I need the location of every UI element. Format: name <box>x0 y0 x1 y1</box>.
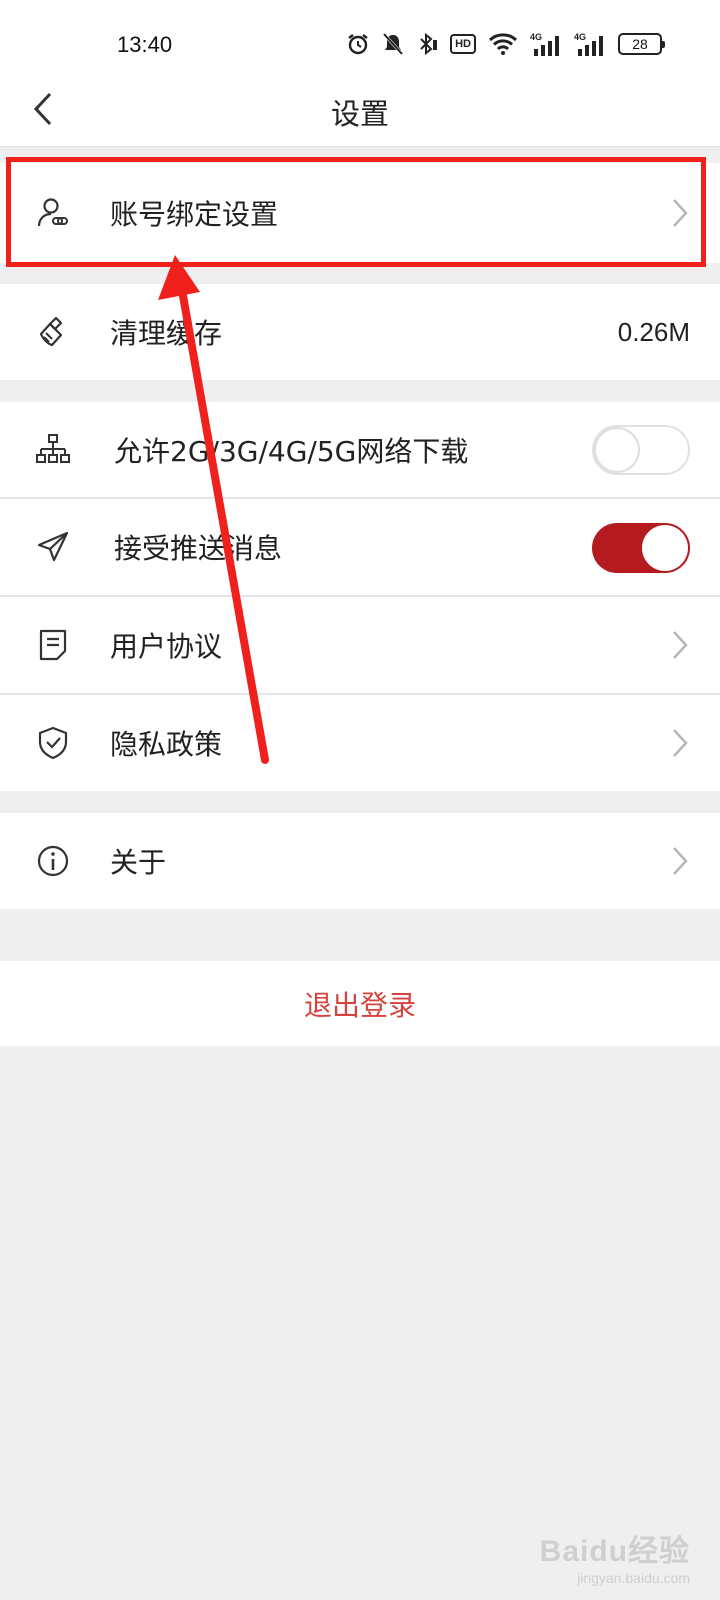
settings-item-label: 关于 <box>110 846 167 879</box>
watermark-sub: jingyan.baidu.com <box>577 1570 690 1586</box>
settings-item-label: 接受推送消息 <box>114 532 283 565</box>
mobile-download-toggle[interactable] <box>592 425 690 475</box>
chevron-right-icon <box>673 729 688 757</box>
settings-item-label: 清理缓存 <box>110 317 223 350</box>
wifi-icon <box>488 33 518 55</box>
settings-item-account-binding[interactable]: 账号绑定设置 <box>0 163 720 263</box>
watermark: Baidu经验 jingyan.baidu.com <box>540 1526 690 1586</box>
logout-button[interactable]: 退出登录 <box>0 961 720 1046</box>
status-time: 13:40 <box>117 32 173 57</box>
hd-voice-icon: HD <box>450 34 476 54</box>
user-link-icon <box>37 198 68 227</box>
status-icons: HD 4G 4G 28 <box>346 30 665 58</box>
signal-4g-icon: 4G <box>530 32 559 56</box>
settings-item-about[interactable]: 关于 <box>0 813 720 909</box>
info-icon <box>37 845 69 877</box>
chevron-right-icon <box>673 199 688 227</box>
alarm-icon <box>348 34 368 55</box>
battery-indicator: 28 <box>618 33 665 55</box>
shield-check-icon <box>38 726 68 760</box>
toggle-knob <box>642 525 688 571</box>
chevron-right-icon <box>673 847 688 875</box>
brush-icon <box>39 316 63 347</box>
logout-label: 退出登录 <box>303 988 416 1022</box>
svg-text:4G: 4G <box>574 32 586 42</box>
settings-item-label: 隐私政策 <box>110 728 223 761</box>
page-title: 设置 <box>330 97 389 131</box>
push-messages-toggle[interactable] <box>592 523 690 573</box>
document-icon <box>39 629 67 661</box>
settings-item-label: 允许2G/3G/4G/5G网络下载 <box>114 434 469 468</box>
settings-item-label: 账号绑定设置 <box>110 198 279 231</box>
settings-item-label: 用户协议 <box>110 630 223 663</box>
settings-item-privacy-policy[interactable]: 隐私政策 <box>0 695 720 791</box>
status-bar: 13:40 HD 4G 4G 28 <box>0 0 720 75</box>
settings-item-mobile-download: 允许2G/3G/4G/5G网络下载 <box>0 402 720 497</box>
watermark-main: Baidu经验 <box>539 1535 690 1568</box>
nav-bar: 设置 <box>0 75 720 147</box>
settings-item-push-messages: 接受推送消息 <box>0 499 720 595</box>
toggle-knob <box>594 427 640 473</box>
network-icon <box>36 434 70 463</box>
mute-icon <box>382 32 404 56</box>
svg-text:4G: 4G <box>530 32 542 42</box>
signal-4g-icon: 4G <box>574 32 603 56</box>
settings-item-clear-cache[interactable]: 清理缓存 0.26M <box>0 284 720 380</box>
cache-size-value: 0.26M <box>617 316 690 347</box>
paper-plane-icon <box>37 531 69 562</box>
chevron-right-icon <box>673 631 688 659</box>
settings-item-user-agreement[interactable]: 用户协议 <box>0 597 720 693</box>
bluetooth-icon <box>420 32 438 56</box>
